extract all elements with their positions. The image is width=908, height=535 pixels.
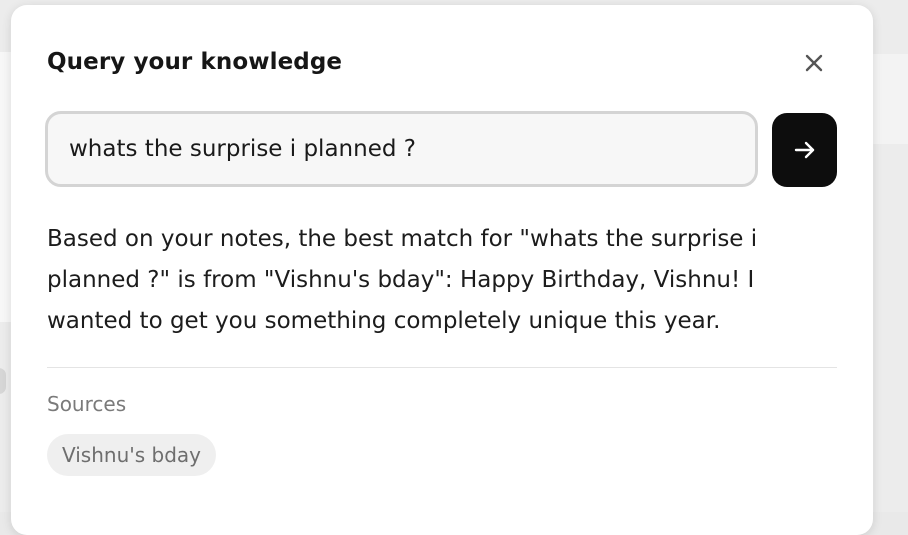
submit-button[interactable] xyxy=(772,113,837,187)
query-input[interactable] xyxy=(45,111,758,187)
divider xyxy=(47,367,837,368)
sources-label: Sources xyxy=(47,392,127,416)
source-chip[interactable]: Vishnu's bday xyxy=(47,434,217,476)
dialog-title: Query your knowledge xyxy=(47,49,343,75)
close-button[interactable] xyxy=(799,48,829,78)
close-icon xyxy=(805,54,823,72)
answer-text: Based on your notes, the best match for … xyxy=(47,226,758,334)
background-handle xyxy=(0,368,6,394)
query-dialog: Query your knowledge Based on your notes… xyxy=(11,5,873,535)
arrow-right-icon xyxy=(794,141,814,159)
background-panel xyxy=(872,54,908,144)
